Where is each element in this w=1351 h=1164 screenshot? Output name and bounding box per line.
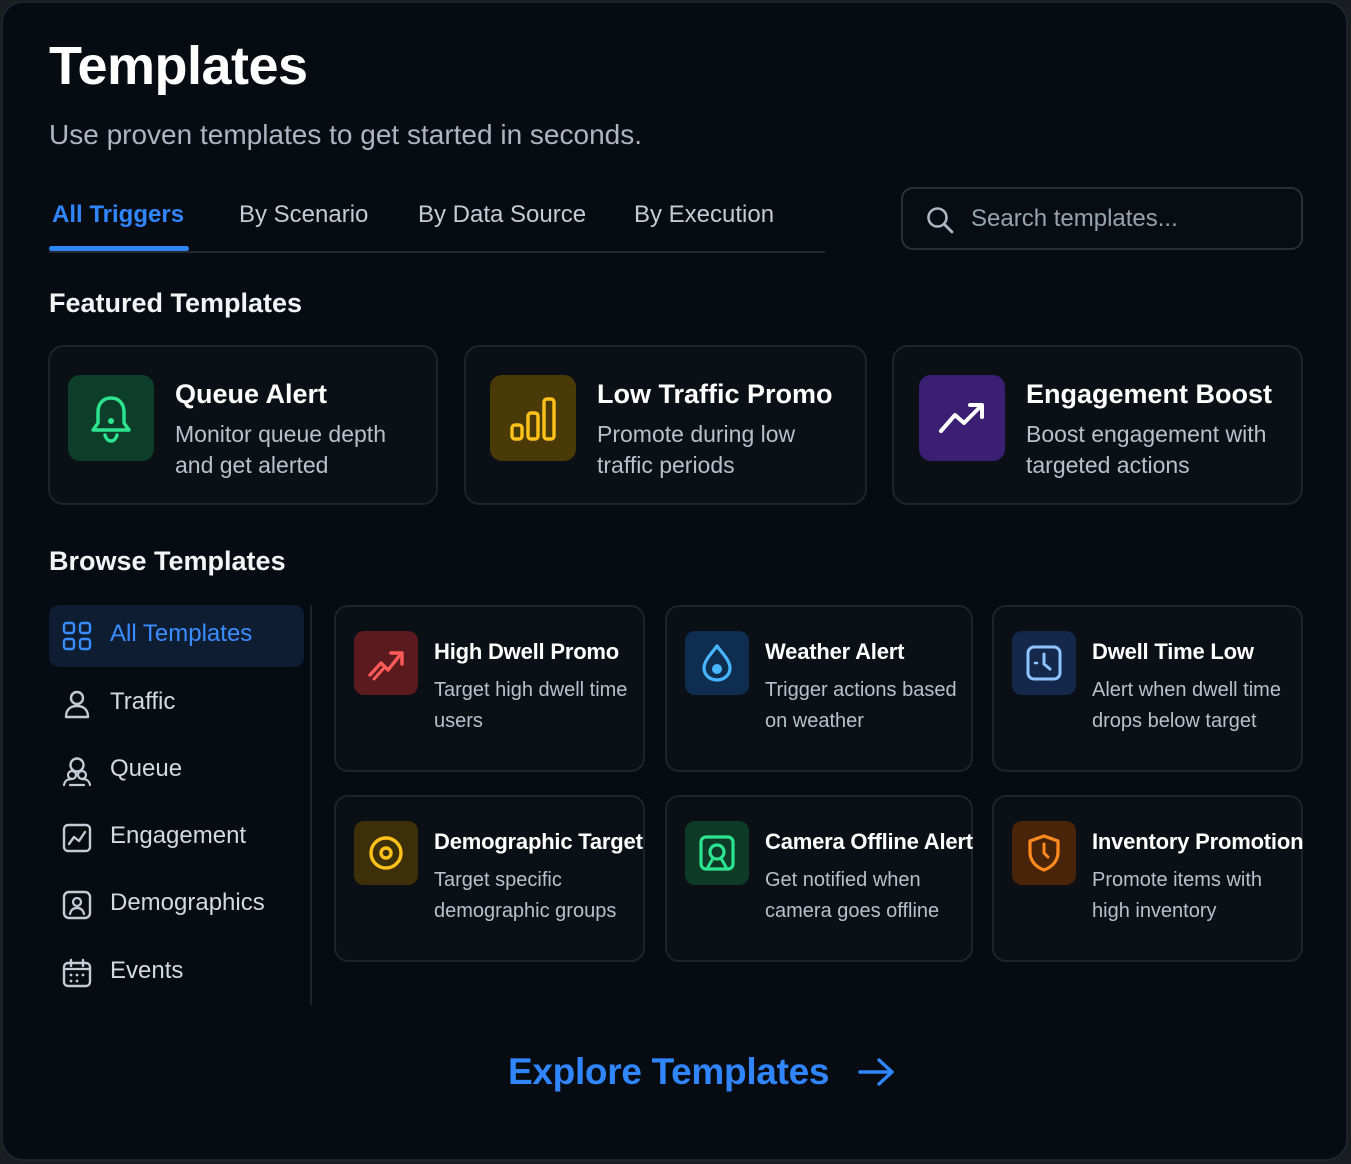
tab-all-triggers[interactable]: All Triggers xyxy=(52,201,184,229)
template-name: Engagement Boost xyxy=(1026,379,1273,409)
search-icon xyxy=(927,207,954,234)
category-label: Events xyxy=(110,957,184,984)
arrow-right-icon xyxy=(858,1058,894,1086)
bell-icon xyxy=(68,375,154,461)
camera-icon xyxy=(685,821,749,885)
category-all-templates[interactable]: All Templates xyxy=(49,605,304,667)
sidebar-divider xyxy=(310,605,312,1005)
category-label: All Templates xyxy=(110,620,253,647)
template-name: Weather Alert xyxy=(765,639,905,664)
template-name: Demographic Target xyxy=(434,829,643,854)
page-title: Templates xyxy=(49,36,308,96)
template-card-demographic-target[interactable]: Demographic Target Target specific demog… xyxy=(334,795,645,962)
explore-templates-link[interactable]: Explore Templates xyxy=(508,1047,897,1097)
chart-icon xyxy=(62,823,92,853)
people-icon xyxy=(62,757,92,787)
tab-by-scenario[interactable]: By Scenario xyxy=(239,201,368,229)
template-description: Boost engagement with targeted actions xyxy=(1026,421,1267,478)
droplet-icon xyxy=(685,631,749,695)
featured-templates-title: Featured Templates xyxy=(49,288,303,318)
tab-bar: All Triggers By Scenario By Data Source … xyxy=(49,189,825,253)
featured-card-engagement-boost[interactable]: Engagement Boost Boost engagement with t… xyxy=(892,345,1303,505)
template-description: Alert when dwell time drops below target xyxy=(1092,679,1281,732)
template-description: Get notified when camera goes offline xyxy=(765,869,940,922)
featured-card-low-traffic-promo[interactable]: Low Traffic Promo Promote during low tra… xyxy=(464,345,867,505)
active-tab-indicator xyxy=(49,246,189,251)
demographics-icon xyxy=(62,890,92,920)
trending-up-icon xyxy=(919,375,1005,461)
template-name: Dwell Time Low xyxy=(1092,639,1254,664)
category-engagement[interactable]: Engagement xyxy=(49,807,304,869)
page-subtitle: Use proven templates to get started in s… xyxy=(49,119,642,150)
template-description: Trigger actions based on weather xyxy=(765,679,957,732)
category-queue[interactable]: Queue xyxy=(49,740,304,802)
template-description: Promote during low traffic periods xyxy=(597,421,796,478)
template-card-inventory-promotion[interactable]: Inventory Promotion Promote items with h… xyxy=(992,795,1304,962)
target-icon xyxy=(354,821,418,885)
bar-chart-icon xyxy=(490,375,576,461)
template-description: Monitor queue depth and get alerted xyxy=(175,421,386,478)
featured-card-queue-alert[interactable]: Queue Alert Monitor queue depth and get … xyxy=(48,345,438,505)
category-label: Demographics xyxy=(110,889,265,916)
shield-icon xyxy=(1012,821,1076,885)
tab-by-data-source[interactable]: By Data Source xyxy=(418,201,586,229)
category-label: Queue xyxy=(110,755,183,782)
clock-icon xyxy=(1012,631,1076,695)
category-events[interactable]: Events xyxy=(49,942,304,1004)
template-name: Low Traffic Promo xyxy=(597,379,833,409)
search-box[interactable] xyxy=(901,187,1303,250)
category-traffic[interactable]: Traffic xyxy=(49,673,304,735)
templates-panel: Templates Use proven templates to get st… xyxy=(1,1,1348,1161)
explore-templates-label: Explore Templates xyxy=(508,1051,830,1092)
template-name: Camera Offline Alert xyxy=(765,829,973,854)
template-description: Target specific demographic groups xyxy=(434,869,617,922)
category-label: Traffic xyxy=(110,688,176,715)
browse-templates-title: Browse Templates xyxy=(49,546,286,576)
category-demographics[interactable]: Demographics xyxy=(49,874,304,936)
calendar-icon xyxy=(62,958,92,988)
category-label: Engagement xyxy=(110,822,247,849)
template-card-dwell-time-low[interactable]: Dwell Time Low Alert when dwell time dro… xyxy=(992,605,1303,772)
template-description: Target high dwell time users xyxy=(434,679,628,732)
template-description: Promote items with high inventory xyxy=(1092,869,1263,922)
template-card-high-dwell-promo[interactable]: High Dwell Promo Target high dwell time … xyxy=(334,605,645,772)
person-icon xyxy=(64,690,90,719)
trend-up-icon xyxy=(354,631,418,695)
template-name: High Dwell Promo xyxy=(434,639,620,664)
grid-icon xyxy=(62,621,92,651)
template-name: Queue Alert xyxy=(175,379,328,409)
template-card-camera-offline-alert[interactable]: Camera Offline Alert Get notified when c… xyxy=(665,795,973,962)
template-card-weather-alert[interactable]: Weather Alert Trigger actions based on w… xyxy=(665,605,973,772)
template-name: Inventory Promotion xyxy=(1092,829,1304,854)
tab-by-execution[interactable]: By Execution xyxy=(634,201,774,229)
search-input[interactable] xyxy=(971,199,1291,239)
